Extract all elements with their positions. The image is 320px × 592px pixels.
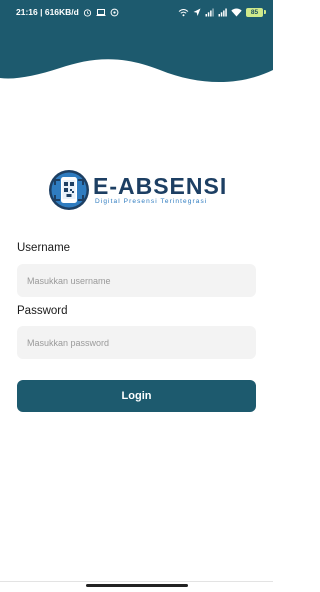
login-screen: 21:16 | 616KB/d 85 E-ABSENSI Digital Pre…: [0, 0, 273, 592]
location-icon: [193, 8, 201, 17]
app-logo: E-ABSENSI Digital Presensi Terintegrasi: [47, 167, 227, 213]
username-input[interactable]: [17, 264, 256, 297]
username-label: Username: [17, 242, 71, 254]
alarm-icon: [83, 8, 92, 17]
logo-subtitle: Digital Presensi Terintegrasi: [95, 198, 208, 205]
laptop-icon: [96, 8, 106, 17]
login-button[interactable]: Login: [17, 380, 256, 412]
nav-bar-divider: [0, 581, 273, 582]
signal-icon: [218, 8, 227, 17]
home-indicator[interactable]: [86, 584, 188, 587]
battery-level: 85: [250, 8, 259, 16]
logo-title: E-ABSENSI: [93, 173, 228, 199]
battery-icon: 85: [246, 7, 266, 17]
status-time: 21:16 | 616KB/d: [16, 7, 79, 17]
signal-icon: [205, 8, 214, 17]
qr-scan-logo-icon: [49, 170, 89, 210]
wifi-call-icon: [178, 8, 189, 17]
status-bar: 21:16 | 616KB/d 85: [0, 0, 273, 24]
whatsapp-icon: [110, 8, 119, 17]
password-label: Password: [17, 305, 68, 317]
wifi-icon: [231, 8, 242, 17]
password-input[interactable]: [17, 326, 256, 359]
